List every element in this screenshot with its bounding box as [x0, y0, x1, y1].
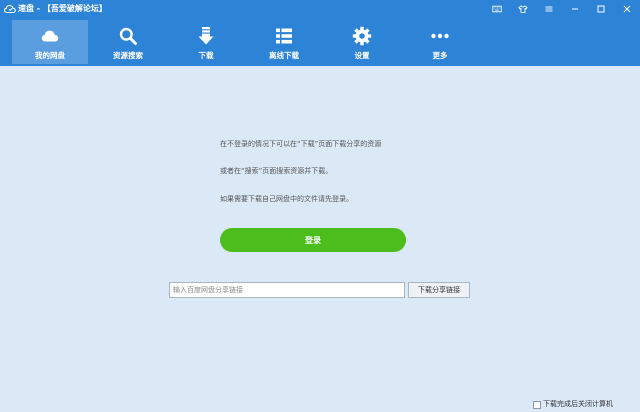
- shutdown-option[interactable]: 下载完成后关闭计算机: [533, 400, 613, 409]
- nav-item-resource-search[interactable]: 资源搜索: [90, 20, 166, 64]
- minimize-button[interactable]: [562, 0, 588, 18]
- more-icon: [431, 33, 449, 39]
- nav-label: 更多: [432, 51, 448, 60]
- nav-item-download[interactable]: 下载: [168, 20, 244, 64]
- maximize-button[interactable]: [588, 0, 614, 18]
- skin-icon: [518, 5, 528, 13]
- close-button[interactable]: [614, 0, 640, 18]
- window-controls: [484, 0, 640, 18]
- shutdown-label: 下载完成后关闭计算机: [543, 400, 613, 408]
- app-logo-icon: [4, 4, 16, 14]
- search-icon: [119, 27, 137, 45]
- nav-label: 我的网盘: [35, 51, 65, 60]
- minimize-icon: [572, 8, 578, 10]
- nav-item-more[interactable]: 更多: [402, 20, 478, 64]
- keyboard-icon: [492, 5, 502, 13]
- info-text-line: 或者在“搜索”页面搜索资源并下载。: [220, 167, 333, 175]
- menu-icon: [545, 6, 553, 12]
- nav-label: 资源搜索: [113, 51, 143, 60]
- app-window: 速盘 - 【吾爱破解论坛】 我的网盘 资源搜索 下载 离线下载 设置 更多 在不…: [0, 0, 640, 412]
- nav-label: 设置: [354, 51, 370, 60]
- nav-item-settings[interactable]: 设置: [324, 20, 400, 64]
- keyboard-button[interactable]: [484, 0, 510, 18]
- close-icon: [623, 5, 631, 13]
- download-icon: [198, 27, 214, 45]
- info-text-line: 如果需要下载自己网盘中的文件请先登录。: [220, 195, 353, 203]
- title-bar: 速盘 - 【吾爱破解论坛】: [0, 0, 640, 18]
- shutdown-checkbox[interactable]: [533, 400, 541, 409]
- share-link-input[interactable]: [169, 282, 405, 298]
- skin-button[interactable]: [510, 0, 536, 18]
- nav-item-my-disk[interactable]: 我的网盘: [12, 20, 88, 64]
- nav-label: 下载: [198, 51, 214, 60]
- list-icon: [276, 28, 292, 44]
- window-title: 速盘 - 【吾爱破解论坛】: [18, 4, 107, 13]
- login-button[interactable]: 登录: [220, 228, 406, 252]
- maximize-icon: [597, 5, 605, 13]
- cloud-icon: [41, 30, 59, 42]
- download-share-link-button[interactable]: 下载分享链接: [408, 282, 470, 298]
- nav-item-offline-download[interactable]: 离线下载: [246, 20, 322, 64]
- main-nav: 我的网盘 资源搜索 下载 离线下载 设置 更多: [0, 20, 640, 64]
- info-text-line: 在不登录的情况下可以在“下载”页面下载分享的资源: [220, 140, 382, 148]
- gear-icon: [352, 26, 372, 46]
- nav-label: 离线下载: [269, 51, 299, 60]
- header-bar: 速盘 - 【吾爱破解论坛】 我的网盘 资源搜索 下载 离线下载 设置 更多: [0, 0, 640, 66]
- menu-button[interactable]: [536, 0, 562, 18]
